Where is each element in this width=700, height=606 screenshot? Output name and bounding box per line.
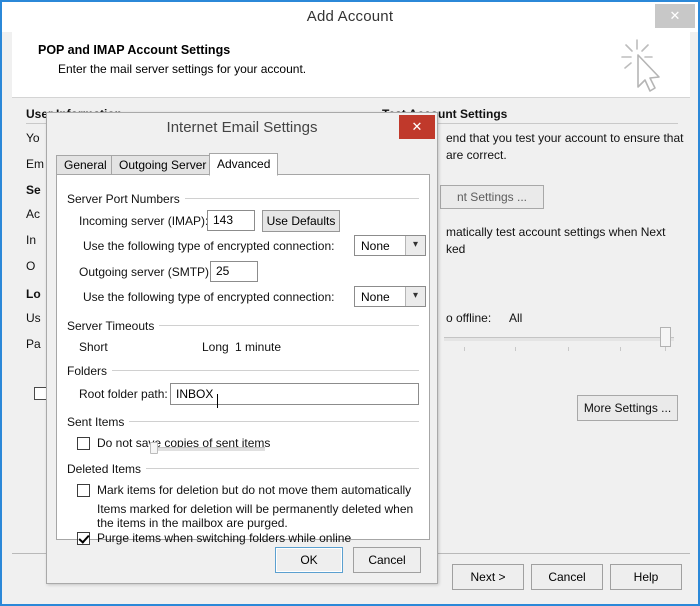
incoming-server-label: Incoming server (IMAP): [79, 214, 209, 228]
slider-tick [515, 347, 516, 351]
mail-offline-label: o offline: [446, 311, 492, 325]
chevron-down-icon[interactable]: ▾ [405, 236, 425, 255]
timeout-value: 1 minute [235, 340, 282, 354]
close-icon[interactable]: ✕ [399, 115, 435, 139]
mail-offline-value: All [509, 311, 523, 325]
group-title-server-timeouts: Server Timeouts [67, 319, 160, 333]
tab-outgoing-server[interactable]: Outgoing Server [111, 155, 215, 175]
outgoing-encryption-label: Use the following type of encrypted conn… [83, 290, 335, 304]
bg-label-account-type: Ac [26, 207, 41, 221]
page-title: POP and IMAP Account Settings [38, 43, 231, 57]
wizard-banner: POP and IMAP Account Settings Enter the … [12, 32, 690, 98]
add-account-title: Add Account [306, 8, 394, 25]
page-subtitle: Enter the mail server settings for your … [58, 62, 307, 76]
mail-offline-slider-track[interactable] [444, 337, 674, 341]
incoming-encryption-label: Use the following type of encrypted conn… [83, 239, 335, 253]
purge-items-on-switch-label: Purge items when switching folders while… [97, 531, 352, 545]
incoming-server-port-input[interactable]: 143 [207, 210, 255, 231]
group-title-deleted-items: Deleted Items [67, 462, 147, 476]
purge-items-on-switch-checkbox[interactable] [77, 532, 90, 545]
cancel-button[interactable]: Cancel [531, 564, 603, 590]
slider-tick [620, 347, 621, 351]
dialog-title: Internet Email Settings [166, 119, 318, 136]
help-button[interactable]: Help [610, 564, 682, 590]
server-timeout-slider-thumb[interactable] [150, 442, 158, 454]
ok-button[interactable]: OK [275, 547, 343, 573]
do-not-save-sent-items-checkbox[interactable] [77, 437, 90, 450]
click-cursor-icon [621, 39, 660, 92]
test-account-desc-line2: are correct. [446, 148, 507, 162]
bg-label-username: Us [26, 311, 41, 325]
more-settings-button[interactable]: More Settings ... [577, 395, 678, 421]
dialog-titlebar: Internet Email Settings ✕ [47, 113, 437, 147]
bg-label-logon-info: Lo [26, 287, 41, 301]
bg-label-outgoing: O [26, 259, 36, 273]
root-folder-path-label: Root folder path: [79, 387, 168, 401]
next-button[interactable]: Next > [452, 564, 524, 590]
incoming-encryption-value: None [361, 239, 390, 253]
mark-items-for-deletion-label: Mark items for deletion but do not move … [97, 483, 412, 497]
bg-label-password: Pa [26, 337, 41, 351]
add-account-titlebar: Add Account ✕ [2, 2, 698, 32]
test-account-settings-button[interactable]: nt Settings ... [440, 185, 544, 209]
incoming-encryption-select[interactable]: None ▾ [354, 235, 426, 256]
bg-label-email: Em [26, 157, 44, 171]
cancel-button[interactable]: Cancel [353, 547, 421, 573]
group-title-server-port-numbers: Server Port Numbers [67, 192, 185, 206]
outgoing-server-port-input[interactable]: 25 [210, 261, 258, 282]
bg-label-incoming: In [26, 233, 37, 247]
mark-items-for-deletion-checkbox[interactable] [77, 484, 90, 497]
bg-label-your-name: Yo [26, 131, 40, 145]
close-icon[interactable]: ✕ [655, 4, 695, 28]
auto-test-line2: ked [446, 242, 466, 256]
auto-test-line1: matically test account settings when Nex… [446, 225, 666, 239]
slider-tick [464, 347, 465, 351]
test-account-desc-line1: end that you test your account to ensure… [446, 131, 684, 145]
timeout-long-label: Long [202, 340, 229, 354]
server-timeout-slider-track[interactable] [153, 447, 265, 451]
tab-advanced[interactable]: Advanced [209, 153, 279, 176]
tab-general[interactable]: General [56, 155, 115, 175]
bg-label-server-info: Se [26, 183, 41, 197]
chevron-down-icon[interactable]: ▾ [405, 287, 425, 306]
mark-deletion-help-line2: the items in the mailbox are purged. [97, 516, 288, 530]
mark-deletion-help-line1: Items marked for deletion will be perman… [97, 502, 414, 516]
outgoing-encryption-select[interactable]: None ▾ [354, 286, 426, 307]
text-caret [217, 394, 218, 408]
slider-tick [665, 347, 666, 351]
group-title-sent-items: Sent Items [67, 415, 130, 429]
outgoing-encryption-value: None [361, 290, 390, 304]
advanced-tab-panel: Server Port Numbers Incoming server (IMA… [56, 174, 430, 545]
root-folder-path-input[interactable]: INBOX [170, 383, 419, 405]
mail-offline-slider-thumb[interactable] [660, 327, 671, 347]
internet-email-settings-dialog: Internet Email Settings ✕ General Outgoi… [46, 112, 438, 584]
use-defaults-button[interactable]: Use Defaults [262, 210, 340, 232]
group-title-folders: Folders [67, 364, 113, 378]
outgoing-server-label: Outgoing server (SMTP): [79, 265, 213, 279]
tab-strip: General Outgoing Server Advanced [56, 153, 430, 176]
timeout-short-label: Short [79, 340, 108, 354]
group-rule-folders [67, 370, 419, 371]
slider-tick [568, 347, 569, 351]
